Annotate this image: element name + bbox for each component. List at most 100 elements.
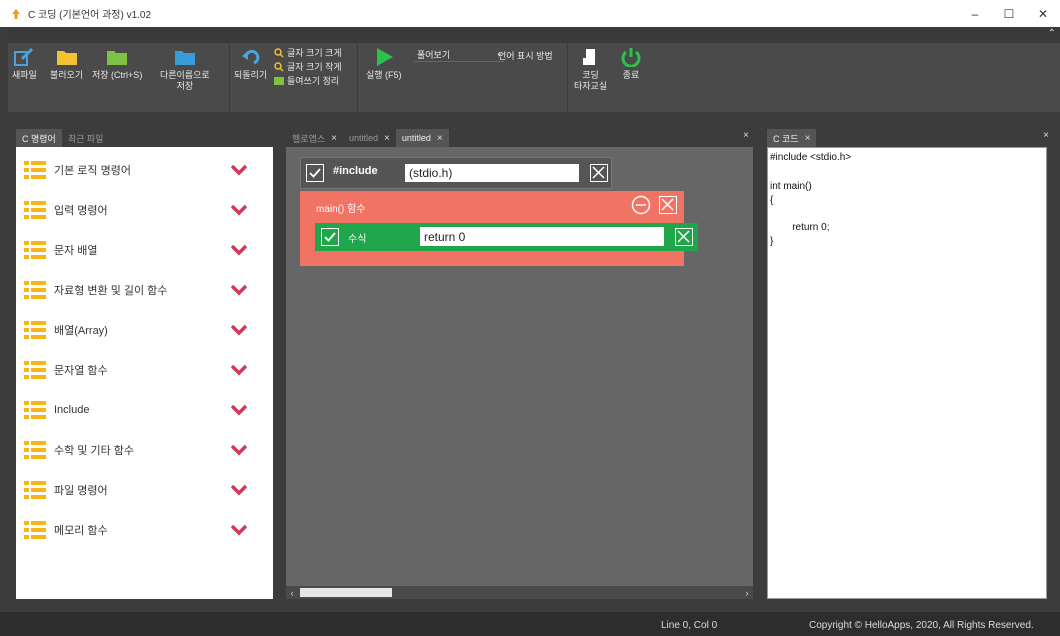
typing-icon [582,49,595,65]
tab-untitled-2[interactable]: untitled × [395,129,449,147]
include-checkbox[interactable] [306,164,324,182]
category-label: 파일 명령어 [54,485,108,497]
category-item[interactable]: 기본 로직 명령어 [16,150,273,190]
tab-untitled-1[interactable]: untitled × [343,129,396,147]
delete-main-button[interactable] [659,196,677,214]
code-line: return 0; [770,222,830,233]
include-input[interactable]: (stdio.h) [405,164,579,182]
open-button[interactable]: 불러오기 [50,47,83,81]
category-item[interactable]: 배열(Array) [16,310,273,350]
exit-label: 종료 [622,70,640,80]
exit-button[interactable]: 종료 [620,47,642,81]
category-label: Include [54,404,90,416]
scroll-left-icon[interactable]: ‹ [286,586,298,599]
check-icon [309,168,321,178]
language-display-button[interactable]: 언어 표시 방법 [498,49,553,62]
horizontal-scrollbar[interactable]: ‹ › [286,586,753,599]
undo-icon [241,49,259,65]
save-as-folder-icon [174,51,195,65]
chevron-down-icon [231,324,247,336]
list-icon [24,281,46,299]
tab-helloapps[interactable]: 헬로앱스 × [286,129,343,147]
tab-c-code[interactable]: C 코드 × [767,129,817,147]
category-label: 기본 로직 명령어 [54,165,131,177]
close-icon[interactable]: × [437,133,443,144]
list-icon [24,521,46,539]
category-label: 배열(Array) [54,325,108,337]
expression-checkbox[interactable] [321,228,339,246]
c-code-view[interactable]: #include <stdio.h> int main() { return 0… [767,147,1047,599]
ribbon-strip [8,27,1060,43]
new-file-icon [14,47,34,66]
delete-expression-button[interactable] [675,228,693,246]
indent-cleanup-button[interactable]: 들여쓰기 정리 [274,74,339,87]
category-item[interactable]: 자료형 변환 및 길이 함수 [16,270,273,310]
typing-tutor-label: 코딩 타자교실 [574,70,608,91]
view-select-value: 풀어보기 [417,50,451,60]
save-as-label: 다른이름으로 저장 [160,70,210,91]
save-button[interactable]: 저장 (Ctrl+S) [92,47,142,81]
tab-recent-files[interactable]: 최근 파일 [62,129,110,147]
new-file-label: 새파일 [12,70,37,80]
tab-c-commands[interactable]: C 명령어 [16,129,62,147]
include-label: #include [333,165,378,177]
editor-tabs: 헬로앱스 × untitled × untitled × × [286,127,753,147]
font-smaller-icon [274,61,284,72]
ribbon-collapse-icon[interactable]: ⌃ [1048,28,1056,39]
expression-block[interactable]: 수식 return 0 [315,223,698,251]
indent-cleanup-label: 들여쓰기 정리 [287,76,340,86]
category-item[interactable]: 수학 및 기타 함수 [16,430,273,470]
collapse-minus-icon[interactable] [631,195,651,215]
include-block[interactable]: #include (stdio.h) [300,157,612,189]
undo-button[interactable]: 되돌리기 [234,47,267,81]
code-line: #include <stdio.h> [770,152,852,163]
chevron-down-icon [231,204,247,216]
close-icon[interactable]: × [805,133,811,144]
chevron-down-icon [231,284,247,296]
category-item[interactable]: Include [16,390,273,430]
close-icon [592,166,605,179]
list-icon [24,321,46,339]
close-icon [677,230,690,243]
list-icon [24,361,46,379]
ribbon-toolbar: ⌃ 새파일 불러오기 저장 (Ctrl+S) 다른이름으로 저장 되돌리기 글자 … [8,27,1060,112]
category-item[interactable]: 문자열 함수 [16,350,273,390]
minimize-button[interactable]: – [958,0,992,27]
chevron-down-icon [231,244,247,256]
edit-group: 되돌리기 글자 크기 크게 글자 크기 작게 들여쓰기 정리 [230,43,358,112]
category-item[interactable]: 메모리 함수 [16,510,273,550]
category-item[interactable]: 파일 명령어 [16,470,273,510]
close-all-icon[interactable]: × [743,130,749,141]
maximize-button[interactable]: ☐ [992,0,1026,27]
command-category-list: 기본 로직 명령어 입력 명령어 문자 배열 자료형 변환 및 길이 함수 배열… [16,147,273,599]
scroll-right-icon[interactable]: › [741,586,753,599]
category-item[interactable]: 입력 명령어 [16,190,273,230]
expression-label: 수식 [348,234,367,245]
new-file-button[interactable]: 새파일 [12,47,37,81]
code-panel-tabs: C 코드 × × [767,127,1055,147]
close-code-panel-icon[interactable]: × [1043,130,1049,141]
open-label: 불러오기 [50,70,84,80]
run-group: 실행 (F5) 풀어보기 ▾ 언어 표시 방법 [358,43,568,112]
extra-group: 코딩 타자교실 종료 [568,43,652,112]
save-as-button[interactable]: 다른이름으로 저장 [160,47,210,92]
chevron-down-icon [231,404,247,416]
indent-icon [274,76,284,86]
left-panel-tabs: C 명령어 최근 파일 [16,127,273,147]
expression-input[interactable]: return 0 [420,227,664,246]
list-icon [24,161,46,179]
font-larger-button[interactable]: 글자 크기 크게 [274,46,342,59]
delete-block-button[interactable] [590,164,608,182]
view-select[interactable]: 풀어보기 ▾ [414,48,504,62]
close-icon[interactable]: × [384,133,390,144]
category-item[interactable]: 문자 배열 [16,230,273,270]
category-label: 입력 명령어 [54,205,108,217]
scroll-thumb[interactable] [300,588,392,597]
app-icon [10,8,22,20]
font-smaller-button[interactable]: 글자 크기 작게 [274,60,342,73]
power-icon [621,48,641,67]
close-icon[interactable]: × [331,133,337,144]
close-window-button[interactable]: ✕ [1026,0,1060,27]
run-button[interactable]: 실행 (F5) [366,47,402,81]
typing-tutor-button[interactable]: 코딩 타자교실 [574,47,607,92]
